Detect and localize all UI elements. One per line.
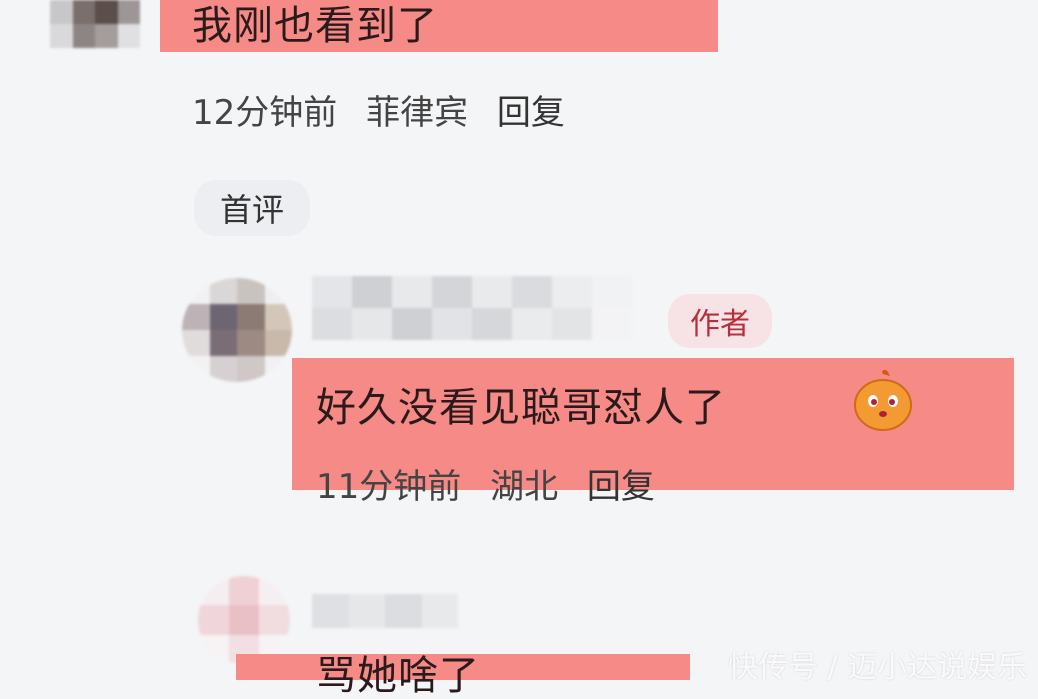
comment-text: 我刚也看到了 [192, 3, 438, 49]
avatar[interactable] [198, 576, 290, 664]
avatar[interactable] [182, 278, 292, 382]
watermark: 快传号 / 迈小达说娱乐 [728, 650, 1028, 685]
avatar[interactable] [50, 0, 140, 48]
username[interactable] [312, 594, 458, 628]
comment-location: 菲律宾 [366, 93, 469, 133]
orange-face-emoji-icon [852, 368, 914, 432]
reply-button[interactable]: 回复 [497, 93, 565, 133]
comment-time: 12分钟前 [192, 93, 338, 133]
first-comment-badge: 首评 [194, 180, 310, 236]
reply-button[interactable]: 回复 [587, 467, 655, 507]
comment-meta: 11分钟前 湖北 回复 [316, 470, 673, 504]
comment-time: 11分钟前 [316, 467, 462, 507]
comment-text: 骂她啥了 [316, 653, 480, 699]
comment-text: 好久没看见聪哥怼人了 [316, 385, 726, 431]
comment-location: 湖北 [490, 467, 559, 507]
author-badge: 作者 [668, 294, 772, 348]
comment-meta: 12分钟前 菲律宾 回复 [192, 96, 583, 130]
username[interactable] [312, 276, 632, 340]
